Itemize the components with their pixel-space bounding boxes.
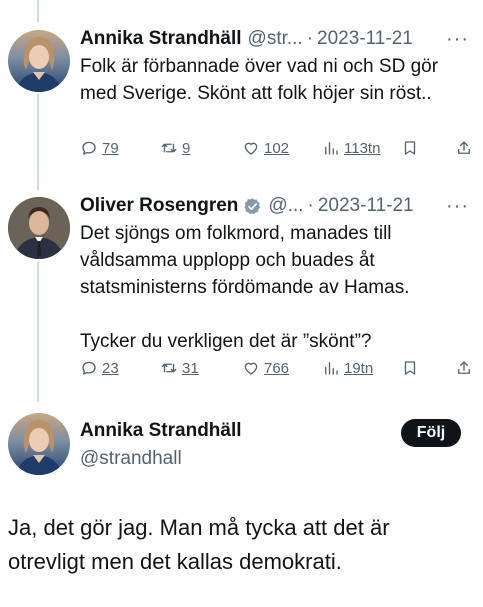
avatar-annika[interactable] xyxy=(8,30,70,92)
tweet-header: Oliver Rosengren @... · 2023-11-21 xyxy=(80,195,469,217)
retweet-button[interactable]: 9 xyxy=(160,139,190,157)
retweet-icon xyxy=(161,363,177,373)
separator-dot: · xyxy=(306,28,314,49)
avatar-annika-main[interactable] xyxy=(8,413,70,475)
author-handle[interactable]: @str... xyxy=(248,28,303,50)
bookmark-icon xyxy=(404,141,416,155)
share-button[interactable] xyxy=(455,139,473,157)
tweet-date[interactable]: 2023-11-21 xyxy=(317,28,413,50)
reply-icon xyxy=(82,141,96,155)
like-count: 766 xyxy=(264,359,290,377)
retweet-button[interactable]: 31 xyxy=(160,359,199,377)
views-count: 113tn xyxy=(344,139,381,157)
heart-icon xyxy=(244,142,258,155)
main-author-handle[interactable]: @strandhall xyxy=(80,448,182,470)
author-name[interactable]: Oliver Rosengren xyxy=(80,195,238,217)
reply-button[interactable]: 79 xyxy=(80,139,119,157)
tweet-text: Folk är förbannade över vad ni och SD gö… xyxy=(80,53,469,107)
avatar-image xyxy=(16,419,62,475)
avatar-image xyxy=(8,197,70,259)
like-count: 102 xyxy=(264,139,290,157)
more-options-icon[interactable]: ··· xyxy=(446,28,469,51)
follow-button[interactable]: Följ xyxy=(401,419,461,447)
share-icon xyxy=(458,361,470,374)
heart-icon xyxy=(244,362,258,375)
retweet-count: 31 xyxy=(182,359,199,377)
thread-connector-line xyxy=(37,94,39,190)
tweet-header: Annika Strandhäll @str... · 2023-11-21 xyxy=(80,28,469,50)
views-icon xyxy=(325,362,338,375)
reply-icon xyxy=(82,361,96,375)
reply-button[interactable]: 23 xyxy=(80,359,119,377)
views-icon xyxy=(325,142,338,155)
bookmark-button[interactable] xyxy=(401,139,419,157)
author-name[interactable]: Annika Strandhäll xyxy=(80,28,242,50)
thread-tweet-2[interactable]: Oliver Rosengren @... · 2023-11-21 ··· D… xyxy=(80,195,469,355)
like-button[interactable]: 102 xyxy=(242,139,289,157)
separator-dot: · xyxy=(307,195,314,216)
bookmark-icon xyxy=(404,361,416,375)
like-button[interactable]: 766 xyxy=(242,359,289,377)
tweet-date[interactable]: 2023-11-21 xyxy=(318,195,414,217)
main-tweet-text: Ja, det gör jag. Man må tycka att det är… xyxy=(8,515,390,574)
more-options-icon[interactable]: ··· xyxy=(446,195,469,218)
main-author-name[interactable]: Annika Strandhäll xyxy=(80,420,242,442)
views-button[interactable]: 19tn xyxy=(322,359,373,377)
share-icon xyxy=(458,141,470,154)
verified-badge-icon xyxy=(244,197,261,214)
share-button[interactable] xyxy=(455,359,473,377)
views-button[interactable]: 113tn xyxy=(322,139,380,157)
avatar-oliver[interactable] xyxy=(8,197,70,259)
tweet-paragraph: Folk är förbannade över vad ni och SD gö… xyxy=(80,56,439,104)
bookmark-button[interactable] xyxy=(401,359,419,377)
views-count: 19tn xyxy=(344,359,374,377)
retweet-icon xyxy=(161,143,177,153)
tweet-text: Det sjöngs om folkmord, manades till vål… xyxy=(80,220,469,355)
avatar-image xyxy=(16,36,62,92)
author-handle[interactable]: @... xyxy=(268,195,303,217)
tweet-paragraph: Det sjöngs om folkmord, manades till vål… xyxy=(80,223,410,298)
thread-connector-line xyxy=(37,262,39,402)
tweet-paragraph: Tycker du verkligen det är ”skönt”? xyxy=(80,331,372,352)
thread-connector-line xyxy=(37,0,39,22)
retweet-count: 9 xyxy=(182,139,191,157)
reply-count: 79 xyxy=(102,139,119,157)
thread-tweet-1[interactable]: Annika Strandhäll @str... · 2023-11-21 ·… xyxy=(80,28,469,107)
reply-count: 23 xyxy=(102,359,119,377)
